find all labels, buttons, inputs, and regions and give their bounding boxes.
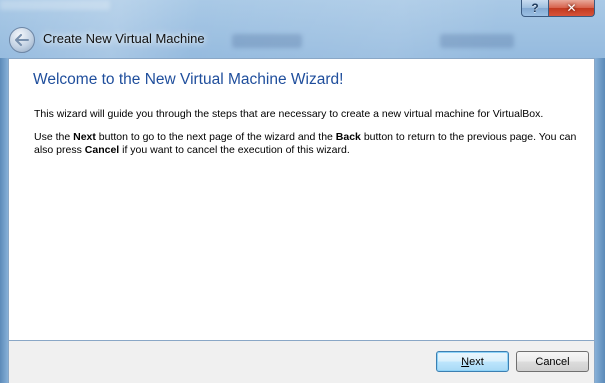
back-arrow-icon: [15, 34, 29, 46]
help-button[interactable]: ?: [521, 0, 549, 17]
question-mark-icon: ?: [531, 1, 539, 15]
next-mnemonic: N: [461, 355, 470, 368]
next-label: ext: [469, 355, 484, 368]
instructions-part: Use the: [34, 131, 74, 143]
close-button[interactable]: ✕: [549, 0, 595, 17]
back-keyword: Back: [335, 131, 361, 143]
page-heading: Welcome to the New Virtual Machine Wizar…: [33, 71, 344, 88]
instructions-part: if you want to cancel the execution of t…: [119, 144, 350, 156]
instructions-text: Use the Next button to go to the next pa…: [34, 131, 594, 157]
frame-right-edge: [595, 58, 605, 383]
intro-text: This wizard will guide you through the s…: [34, 108, 544, 120]
wizard-title: Create New Virtual Machine: [43, 31, 205, 46]
next-keyword: Next: [73, 131, 96, 143]
instructions-part: button to go to the next page of the wiz…: [95, 131, 336, 143]
background-window-tab: [232, 34, 302, 48]
back-button[interactable]: [9, 27, 35, 53]
cancel-keyword: Cancel: [84, 144, 120, 156]
background-window-tab: [440, 34, 514, 48]
cancel-button[interactable]: Cancel: [516, 351, 589, 372]
button-bar: Next Cancel: [8, 341, 595, 383]
wizard-page: Welcome to the New Virtual Machine Wizar…: [8, 58, 595, 341]
next-button[interactable]: Next: [436, 351, 509, 372]
close-icon: ✕: [566, 1, 577, 15]
caption-buttons: ? ✕: [521, 0, 595, 17]
background-window-title: [0, 0, 110, 10]
frame-left-edge: [0, 58, 8, 383]
